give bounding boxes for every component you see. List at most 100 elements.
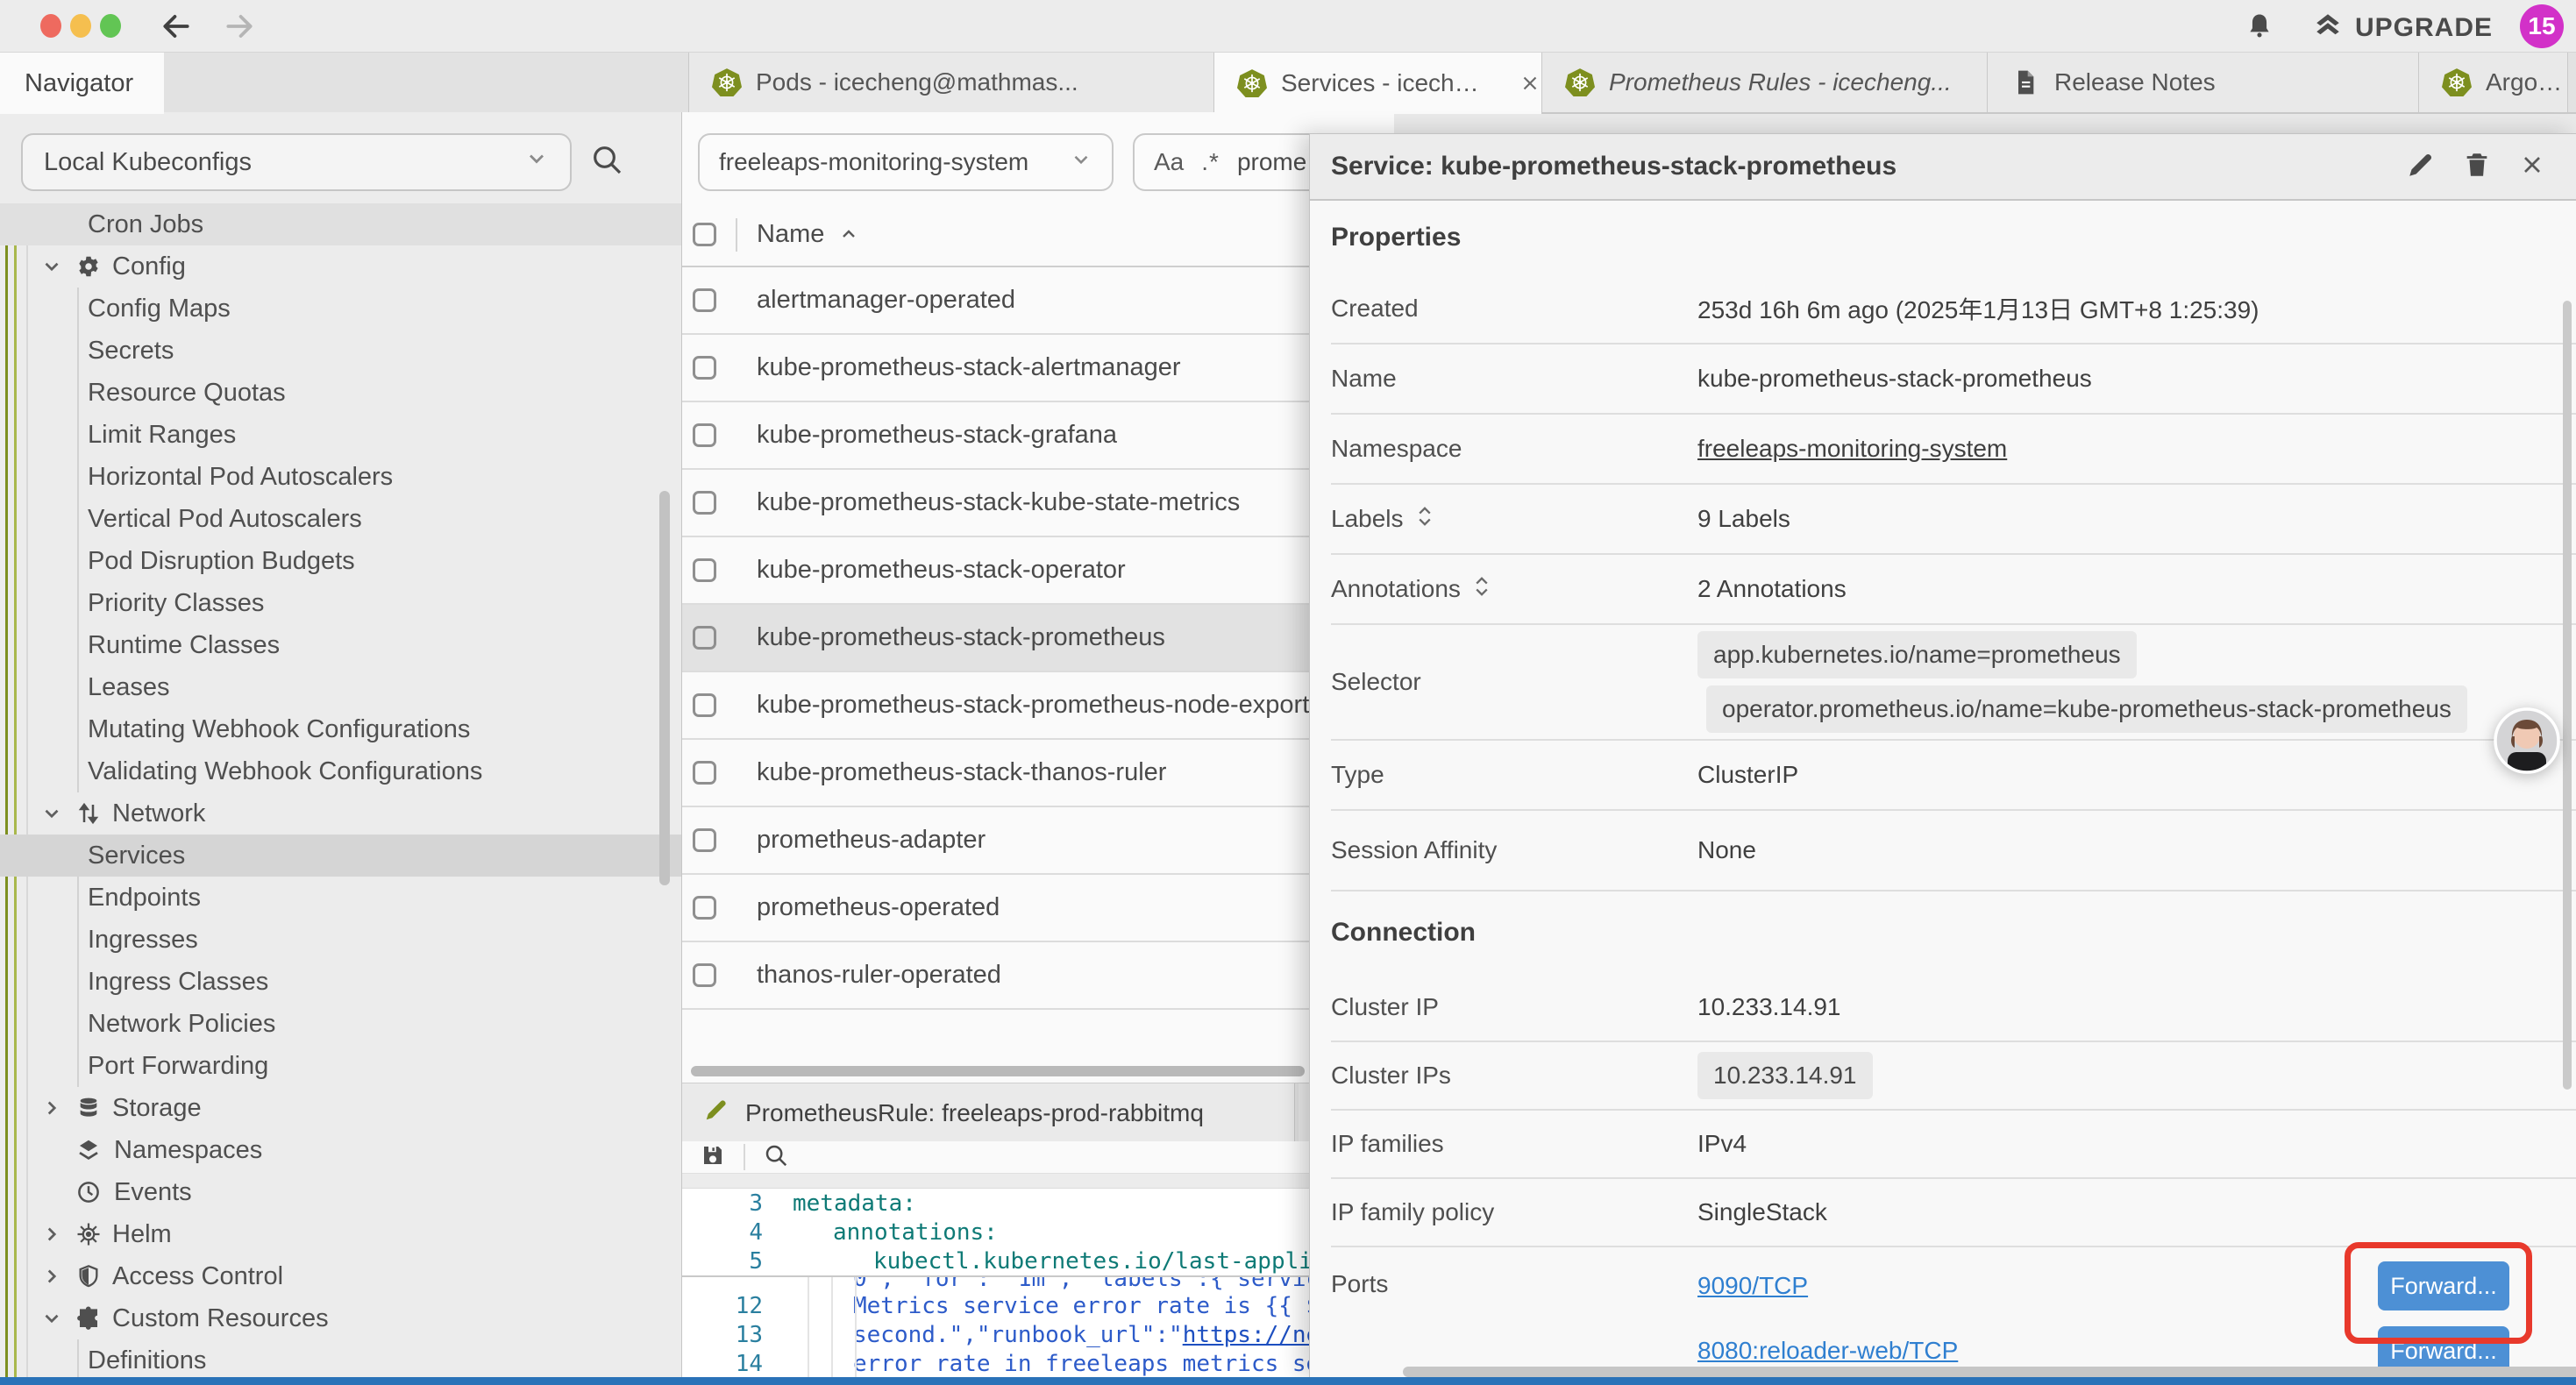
sidebar-item-ingress-classes[interactable]: Ingress Classes (0, 961, 681, 1003)
namespace-link[interactable]: freeleaps-monitoring-system (1697, 435, 2007, 463)
navigator-panel-tab[interactable]: Navigator (0, 53, 164, 114)
sidebar-item-config[interactable]: Config (0, 245, 681, 288)
detail-horizontal-scrollbar[interactable] (1403, 1367, 2576, 1377)
row-checkbox[interactable] (693, 963, 716, 987)
tab-services[interactable]: Services - icecheng@math... (1214, 53, 1542, 114)
select-all-checkbox[interactable] (693, 223, 716, 246)
row-checkbox[interactable] (693, 491, 716, 515)
name-column-header[interactable]: Name (757, 220, 824, 249)
regex-toggle[interactable]: .* (1201, 148, 1220, 176)
port-link[interactable]: 9090/TCP (1697, 1272, 1808, 1300)
table-row[interactable]: kube-prometheus-stack-thanos-ruler (682, 740, 1394, 807)
tab-prometheus[interactable]: Prometheus Rules - icecheng... (1542, 53, 1988, 112)
sort-updown-icon (1416, 503, 1434, 536)
sidebar-item-cron-jobs[interactable]: Cron Jobs (0, 203, 681, 245)
tab-argo[interactable]: Argo Se (2419, 53, 2568, 112)
sidebar-item-storage[interactable]: Storage (0, 1087, 681, 1129)
sidebar-item-limit-ranges[interactable]: Limit Ranges (0, 414, 681, 456)
sidebar-item-services[interactable]: Services (0, 835, 681, 877)
sidebar-item-leases[interactable]: Leases (0, 666, 681, 708)
search-icon[interactable] (763, 1142, 789, 1173)
forward-button[interactable]: Forward... (2378, 1261, 2509, 1310)
yaml-editor-tab[interactable]: PrometheusRule: freeleaps-prod-rabbitmq (682, 1083, 1295, 1142)
sidebar-item-ingresses[interactable]: Ingresses (0, 919, 681, 961)
sidebar-item-validating-webhook-configurations[interactable]: Validating Webhook Configurations (0, 750, 681, 792)
table-row[interactable]: kube-prometheus-stack-kube-state-metrics (682, 470, 1394, 537)
delete-trash-icon[interactable] (2462, 150, 2492, 184)
row-checkbox[interactable] (693, 558, 716, 582)
save-icon[interactable] (700, 1142, 726, 1173)
close-tab-icon[interactable] (1519, 72, 1541, 95)
sidebar-item-vertical-pod-autoscalers[interactable]: Vertical Pod Autoscalers (0, 498, 681, 540)
edit-pencil-icon[interactable] (2406, 150, 2436, 184)
sidebar-item-helm[interactable]: Helm (0, 1213, 681, 1255)
table-row[interactable]: thanos-ruler-operated (682, 942, 1394, 1010)
sidebar-item-label: Services (88, 842, 185, 870)
sidebar-item-endpoints[interactable]: Endpoints (0, 877, 681, 919)
port-link[interactable]: 8080:reloader-web/TCP (1697, 1337, 1958, 1365)
code-token: annotations: (833, 1219, 998, 1246)
property-label-text: Labels (1331, 505, 1404, 533)
tab-release[interactable]: Release Notes (1988, 53, 2419, 112)
sidebar-item-definitions[interactable]: Definitions (0, 1339, 681, 1377)
sidebar-item-custom-resources[interactable]: Custom Resources (0, 1297, 681, 1339)
row-checkbox[interactable] (693, 693, 716, 717)
forward-icon[interactable] (223, 10, 256, 47)
table-row[interactable]: kube-prometheus-stack-grafana (682, 402, 1394, 470)
row-checkbox[interactable] (693, 896, 716, 920)
window-zoom-button[interactable] (100, 14, 121, 38)
row-checkbox[interactable] (693, 423, 716, 447)
window-minimize-button[interactable] (70, 14, 91, 38)
sidebar-item-network[interactable]: Network (0, 792, 681, 835)
row-checkbox[interactable] (693, 626, 716, 650)
table-row[interactable]: prometheus-adapter (682, 807, 1394, 875)
sidebar-item-priority-classes[interactable]: Priority Classes (0, 582, 681, 624)
sidebar-item-secrets[interactable]: Secrets (0, 330, 681, 372)
row-checkbox[interactable] (693, 828, 716, 852)
table-row[interactable]: kube-prometheus-stack-prometheus-node-ex… (682, 672, 1394, 740)
sidebar-item-access-control[interactable]: Access Control (0, 1255, 681, 1297)
close-icon[interactable] (2518, 151, 2546, 183)
table-horizontal-scrollbar[interactable] (691, 1066, 1305, 1076)
search-icon[interactable] (589, 142, 624, 181)
window-close-button[interactable] (40, 14, 61, 38)
sidebar-item-horizontal-pod-autoscalers[interactable]: Horizontal Pod Autoscalers (0, 456, 681, 498)
detail-scrollbar[interactable] (2563, 301, 2572, 1090)
property-label: Annotations (1331, 573, 1697, 606)
sidebar-item-namespaces[interactable]: Namespaces (0, 1129, 681, 1171)
sidebar-scrollbar[interactable] (659, 491, 670, 885)
service-name: kube-prometheus-stack-alertmanager (757, 353, 1181, 382)
editor-toolbar (682, 1141, 1394, 1173)
table-row[interactable]: kube-prometheus-stack-prometheus (682, 605, 1394, 672)
back-icon[interactable] (160, 10, 193, 47)
sort-ascending-icon[interactable] (838, 224, 859, 245)
sidebar-item-pod-disruption-budgets[interactable]: Pod Disruption Budgets (0, 540, 681, 582)
row-checkbox[interactable] (693, 288, 716, 312)
upgrade-button[interactable]: UPGRADE (2311, 11, 2493, 45)
notification-count-badge[interactable]: 15 (2520, 4, 2564, 48)
property-value: 9 Labels (1697, 505, 1790, 533)
yaml-editor[interactable]: 3metadata:4annotations:5kubectl.kubernet… (682, 1189, 1394, 1377)
property-label: Type (1331, 761, 1697, 789)
sidebar-item-port-forwarding[interactable]: Port Forwarding (0, 1045, 681, 1087)
property-label: Selector (1331, 668, 1697, 696)
tab-pods[interactable]: Pods - icecheng@mathmas... (688, 53, 1214, 112)
row-checkbox[interactable] (693, 356, 716, 380)
case-sensitive-toggle[interactable]: Aa (1154, 148, 1184, 176)
avatar[interactable] (2493, 707, 2561, 779)
sidebar-item-runtime-classes[interactable]: Runtime Classes (0, 624, 681, 666)
kubeconfig-select[interactable]: Local Kubeconfigs (21, 133, 572, 191)
sidebar-item-resource-quotas[interactable]: Resource Quotas (0, 372, 681, 414)
sidebar-item-config-maps[interactable]: Config Maps (0, 288, 681, 330)
table-row[interactable]: kube-prometheus-stack-alertmanager (682, 335, 1394, 402)
table-row[interactable]: kube-prometheus-stack-operator (682, 537, 1394, 605)
service-detail-panel: Service: kube-prometheus-stack-prometheu… (1309, 133, 2576, 1377)
sidebar-item-events[interactable]: Events (0, 1171, 681, 1213)
notifications-bell-icon[interactable] (2245, 11, 2274, 46)
table-row[interactable]: prometheus-operated (682, 875, 1394, 942)
sidebar-item-network-policies[interactable]: Network Policies (0, 1003, 681, 1045)
row-checkbox[interactable] (693, 761, 716, 785)
table-row[interactable]: alertmanager-operated (682, 267, 1394, 335)
namespace-filter-select[interactable]: freeleaps-monitoring-system (698, 133, 1114, 191)
sidebar-item-mutating-webhook-configurations[interactable]: Mutating Webhook Configurations (0, 708, 681, 750)
